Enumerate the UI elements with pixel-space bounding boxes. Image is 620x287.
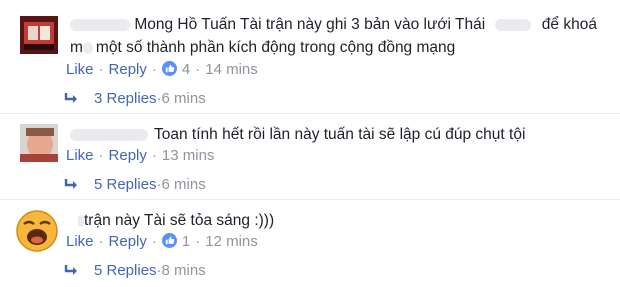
replies-row[interactable]: 5 Replies·8 mins xyxy=(64,261,206,281)
reply-button[interactable]: Reply xyxy=(109,233,147,250)
reaction-count[interactable]: 1 xyxy=(182,233,190,250)
avatar[interactable] xyxy=(20,124,58,162)
reply-button[interactable]: Reply xyxy=(109,61,147,78)
comment-actions: Like · Reply · 4 · 14 mins xyxy=(66,61,258,78)
avatar-image xyxy=(20,124,58,162)
comment-text-line1: Mong Hồ Tuấn Tài trận này ghi 3 bản vào … xyxy=(134,16,486,33)
comment-text-line1: trận này Tài sẽ tỏa sáng :))) xyxy=(84,212,275,229)
replies-link[interactable]: 5 Replies xyxy=(94,176,157,193)
comment-actions: Like · Reply · 13 mins xyxy=(66,147,215,164)
comment-text: trận này Tài sẽ tỏa sáng :))) xyxy=(78,210,274,231)
replies-time: 6 mins xyxy=(161,176,206,193)
replies-time: 6 mins xyxy=(161,90,206,107)
like-button[interactable]: Like xyxy=(66,147,94,164)
avatar[interactable] xyxy=(20,16,58,54)
avatar-image xyxy=(20,16,58,54)
reply-button[interactable]: Reply xyxy=(109,147,147,164)
divider xyxy=(0,199,620,200)
shocked-emoji-avatar-icon xyxy=(16,210,58,252)
comment-actions: Like · Reply · 1 · 12 mins xyxy=(66,233,258,250)
replies-row[interactable]: 3 Replies·6 mins xyxy=(64,89,206,109)
comment-time[interactable]: 13 mins xyxy=(162,147,215,164)
comment-text: Toan tính hết rồi lần này tuấn tài sẽ lậ… xyxy=(70,124,525,145)
comment-time[interactable]: 14 mins xyxy=(205,61,258,78)
comment-text-line2-prefix: m xyxy=(70,39,83,56)
like-reaction-icon[interactable] xyxy=(161,233,177,248)
comment-text-second-line: m một số thành phần kích động trong cộng … xyxy=(70,37,455,58)
reply-arrow-icon xyxy=(64,93,77,103)
like-reaction-icon[interactable] xyxy=(161,61,177,76)
comment-time[interactable]: 12 mins xyxy=(205,233,258,250)
blurred-name xyxy=(70,128,148,141)
replies-time: 8 mins xyxy=(161,262,206,279)
blurred-word xyxy=(495,18,532,31)
replies-link[interactable]: 3 Replies xyxy=(94,90,157,107)
comment-text-line1: Toan tính hết rồi lần này tuấn tài sẽ lậ… xyxy=(154,126,526,143)
replies-row[interactable]: 5 Replies·6 mins xyxy=(64,175,206,195)
blurred-fragment xyxy=(82,41,93,54)
divider xyxy=(0,113,620,114)
comment-text: Mong Hồ Tuấn Tài trận này ghi 3 bản vào … xyxy=(70,14,597,35)
reply-arrow-icon xyxy=(64,179,77,189)
like-button[interactable]: Like xyxy=(66,61,94,78)
reply-arrow-icon xyxy=(64,265,77,275)
comment-text-line2: một số thành phần kích động trong cộng đ… xyxy=(95,39,456,56)
avatar[interactable] xyxy=(16,210,58,252)
like-button[interactable]: Like xyxy=(66,233,94,250)
comment-text-line1-tail: để khoá xyxy=(541,16,597,33)
replies-link[interactable]: 5 Replies xyxy=(94,262,157,279)
blurred-name xyxy=(70,18,130,31)
reaction-count[interactable]: 4 xyxy=(182,61,190,78)
